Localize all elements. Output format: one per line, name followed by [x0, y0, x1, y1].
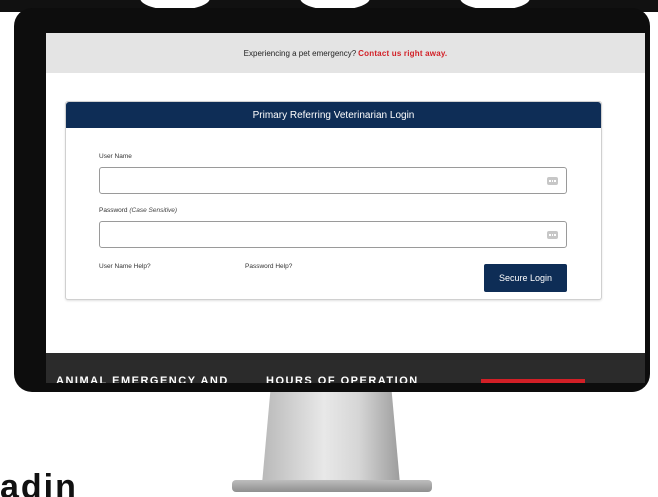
- monitor-base: [232, 480, 432, 492]
- case-sensitive-note: (Case Sensitive): [129, 207, 178, 214]
- footer-red-bar: [481, 379, 585, 383]
- username-field[interactable]: [99, 167, 567, 194]
- password-label: Password (Case Sensitive): [99, 207, 178, 214]
- secure-login-button[interactable]: Secure Login: [484, 264, 567, 292]
- screen: Experiencing a pet emergency? Contact us…: [46, 33, 645, 383]
- keyboard-icon[interactable]: [547, 231, 558, 239]
- password-field[interactable]: [99, 221, 567, 248]
- monitor-stand: [262, 392, 400, 484]
- footer-text: ANIMAL EMERGENCY AND: [56, 375, 229, 383]
- footer-hours: HOURS OF OPERATION: [266, 375, 419, 383]
- username-label: User Name: [99, 153, 132, 160]
- login-title: Primary Referring Veterinarian Login: [66, 102, 601, 128]
- contact-link[interactable]: Contact us right away.: [358, 49, 447, 58]
- keyboard-icon[interactable]: [547, 177, 558, 185]
- login-card: Primary Referring Veterinarian Login Use…: [65, 101, 602, 300]
- emergency-banner: Experiencing a pet emergency? Contact us…: [46, 33, 645, 73]
- footer-bar: ANIMAL EMERGENCY AND HOURS OF OPERATION: [46, 353, 645, 383]
- username-help-link[interactable]: User Name Help?: [99, 263, 151, 270]
- monitor-frame: Experiencing a pet emergency? Contact us…: [14, 8, 650, 392]
- bottom-text: adin: [0, 468, 78, 497]
- banner-text: Experiencing a pet emergency?: [243, 48, 357, 58]
- password-help-link[interactable]: Password Help?: [245, 263, 292, 270]
